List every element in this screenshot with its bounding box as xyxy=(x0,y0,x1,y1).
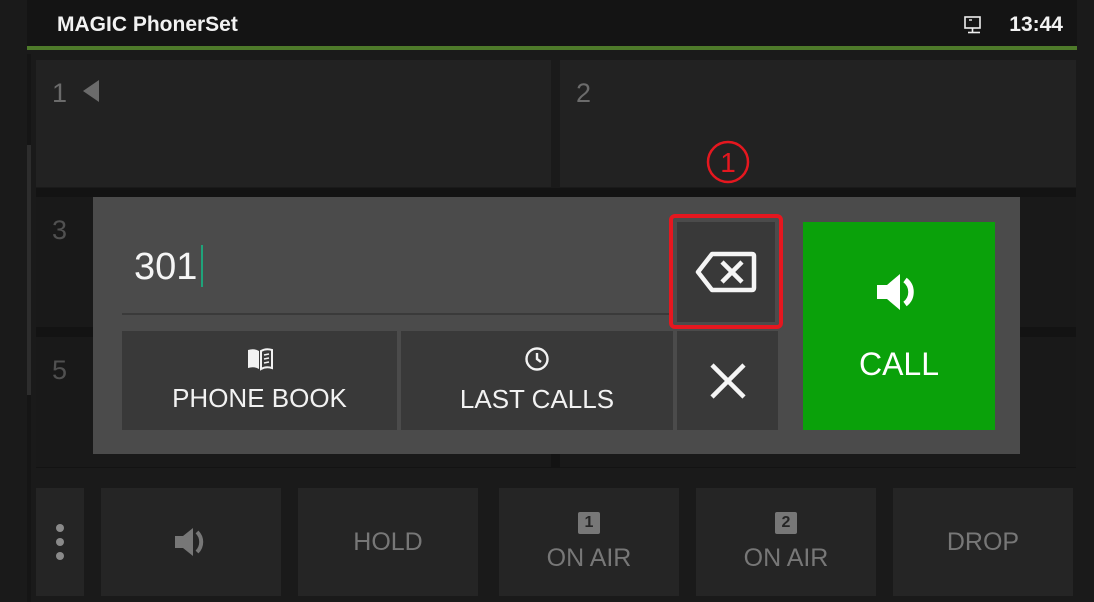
text-caret xyxy=(201,245,204,287)
on-air-label: ON AIR xyxy=(546,543,632,572)
line-tile-1[interactable]: 1 xyxy=(36,60,551,187)
line-label: 2 xyxy=(576,78,592,108)
dial-number-text: 301 xyxy=(134,245,204,289)
on-air-1-button[interactable]: 1 ON AIR xyxy=(499,488,679,596)
triangle-left-icon xyxy=(82,80,99,102)
monitor-network-icon xyxy=(964,16,981,34)
close-icon xyxy=(709,362,746,399)
last-calls-button[interactable]: LAST CALLS xyxy=(401,331,673,430)
on-air-2-button[interactable]: 2 ON AIR xyxy=(696,488,876,596)
on-air-label: ON AIR xyxy=(743,543,829,572)
line-label: 1 xyxy=(52,78,101,109)
dial-number-input[interactable]: 301 xyxy=(122,230,667,312)
scroll-indicator xyxy=(27,145,31,395)
call-label: CALL xyxy=(858,345,940,382)
app-title: MAGIC PhonerSet xyxy=(57,13,238,36)
line-number-badge: 1 xyxy=(578,511,600,534)
step-highlight-box xyxy=(669,214,783,329)
step-number: 1 xyxy=(720,147,736,178)
clock-icon xyxy=(525,347,549,371)
drop-label: DROP xyxy=(946,527,1020,556)
line-number-badge: 2 xyxy=(775,511,797,534)
speaker-button[interactable] xyxy=(101,488,281,596)
drop-button[interactable]: DROP xyxy=(893,488,1073,596)
status-bar: MAGIC PhonerSet 13:44 xyxy=(27,0,1077,50)
phone-book-label: PHONE BOOK xyxy=(172,383,347,413)
speaker-icon xyxy=(877,273,914,310)
phone-book-button[interactable]: PHONE BOOK xyxy=(122,331,397,430)
close-dialog-button[interactable] xyxy=(677,331,778,430)
menu-button[interactable] xyxy=(36,488,84,596)
hold-label: HOLD xyxy=(353,527,423,556)
speaker-icon xyxy=(175,528,204,556)
vertical-dots-icon xyxy=(56,524,64,560)
last-calls-label: LAST CALLS xyxy=(459,384,615,414)
book-icon xyxy=(247,348,273,371)
line-tile-2[interactable]: 2 xyxy=(560,60,1076,187)
hold-button[interactable]: HOLD xyxy=(298,488,478,596)
call-button[interactable]: CALL xyxy=(803,222,995,430)
input-underline xyxy=(122,313,670,315)
step-marker: 1 xyxy=(706,140,750,184)
clock: 13:44 xyxy=(1009,13,1063,36)
